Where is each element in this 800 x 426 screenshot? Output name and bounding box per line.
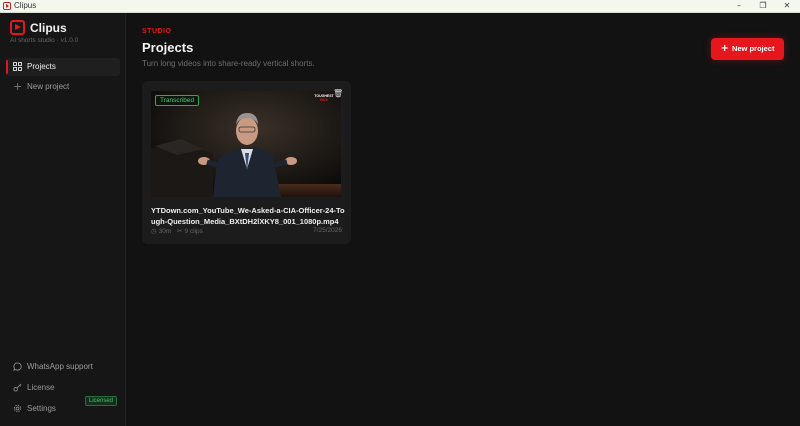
thumbnail-logo-line2: BOX <box>320 98 328 102</box>
sidebar-item-new-project[interactable]: + New project <box>6 78 120 96</box>
new-project-label: New project <box>731 44 775 53</box>
grid-icon <box>13 62 22 71</box>
sidebar-item-label: License <box>27 383 55 392</box>
app-icon <box>3 2 11 10</box>
sidebar-item-label: Settings <box>27 404 56 413</box>
duration-value: 30m <box>158 228 172 235</box>
restore-button[interactable]: ❐ <box>750 0 776 12</box>
plus-icon: + <box>720 43 729 54</box>
sidebar-item-projects[interactable]: Projects <box>6 58 120 76</box>
gear-icon <box>13 404 22 413</box>
plus-icon: + <box>13 80 23 93</box>
section-eyebrow: STUDIO <box>142 28 172 35</box>
scissors-icon: ✂ <box>177 227 183 235</box>
key-icon <box>13 383 22 392</box>
page-title: Projects <box>142 40 194 55</box>
brand-name: Clipus <box>30 21 67 35</box>
project-thumbnail[interactable]: TOUGHEST BOX <box>151 91 341 197</box>
project-file-name: YTDown.com_YouTube_We-Asked-a-CIA-Office… <box>151 206 345 226</box>
brand-tagline: AI shorts studio · v1.0.0 <box>10 37 79 44</box>
sidebar-item-label: Projects <box>27 62 56 71</box>
transcribed-status-badge: Transcribed <box>155 95 200 106</box>
thumbnail-channel-logo: TOUGHEST BOX <box>314 94 334 102</box>
clips-value: 9 clips <box>184 228 203 235</box>
clock-icon: ◷ <box>151 227 157 235</box>
sidebar-item-license[interactable]: License <box>6 379 120 397</box>
sidebar-item-whatsapp-support[interactable]: WhatsApp support <box>6 358 120 376</box>
window-titlebar: Clipus – ❐ ✕ <box>0 0 800 13</box>
project-date: 7/25/2026 <box>313 227 342 234</box>
chat-icon <box>13 362 22 371</box>
sidebar-item-settings[interactable]: Settings <box>6 400 120 418</box>
trash-icon[interactable]: 🗑 <box>333 89 343 98</box>
project-clips: ✂ 9 clips <box>177 227 203 235</box>
window-title: Clipus <box>14 1 37 10</box>
project-duration: ◷ 30m <box>151 227 171 235</box>
new-project-button[interactable]: + New project <box>711 38 784 60</box>
sidebar-item-label: WhatsApp support <box>27 362 93 371</box>
sidebar-item-label: New project <box>27 82 70 91</box>
page-subtitle: Turn long videos into share-ready vertic… <box>142 59 315 68</box>
project-card[interactable]: TOUGHEST BOX Transcribed 🗑 YTDown.com_Yo… <box>142 81 351 244</box>
sidebar: Clipus AI shorts studio · v1.0.0 Project… <box>0 13 126 426</box>
main-content: STUDIO Projects Turn long videos into sh… <box>127 13 800 426</box>
logo-icon <box>10 20 25 35</box>
close-button[interactable]: ✕ <box>774 0 800 12</box>
minimize-button[interactable]: – <box>726 0 752 12</box>
